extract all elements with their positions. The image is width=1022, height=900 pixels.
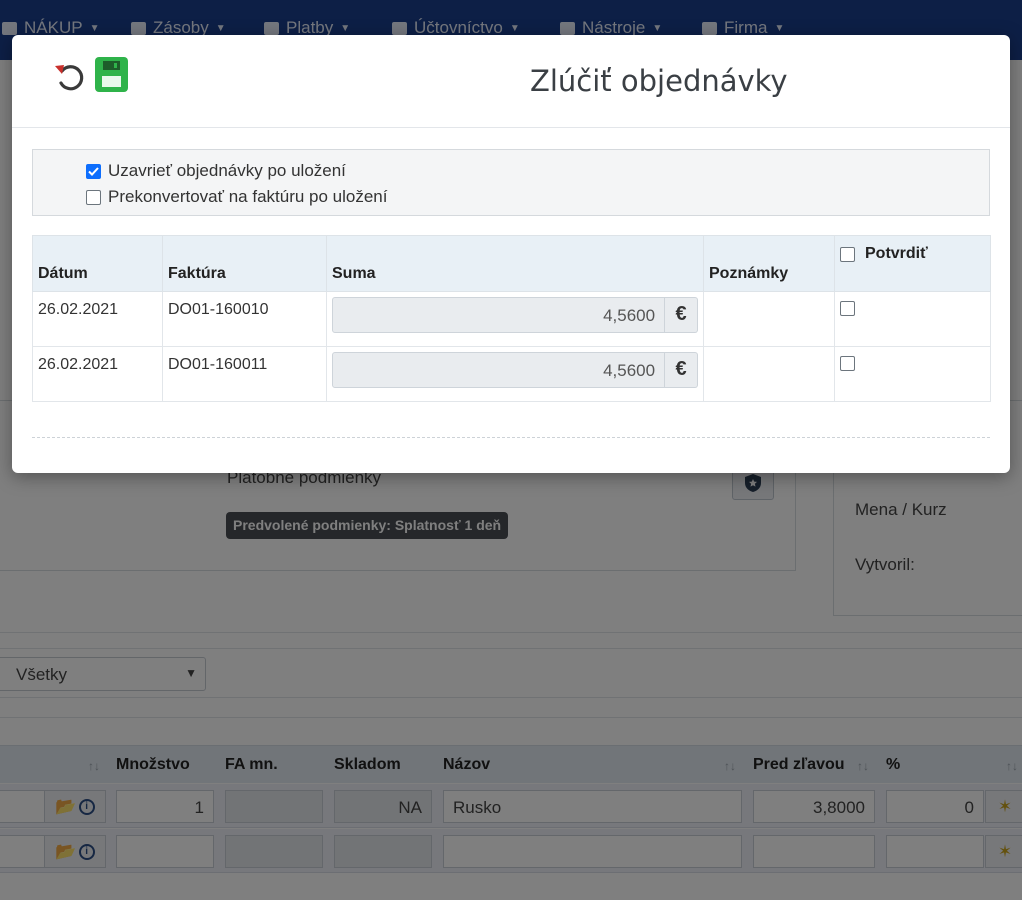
sum-input: 4,5600 [332,297,666,333]
orders-table: Dátum Faktúra Suma Poznámky Potvrdiť 26.… [32,235,991,402]
table-header-row: Dátum Faktúra Suma Poznámky Potvrdiť [32,235,991,292]
modal-title: Zlúčiť objednávky [530,64,788,98]
convert-to-invoice-option[interactable]: Prekonvertovať na faktúru po uložení [86,187,388,207]
modal-header: Zlúčiť objednávky [12,35,1010,128]
date-cell: 26.02.2021 [32,291,163,347]
confirm-header-label: Potvrdiť [865,245,928,262]
undo-icon [55,65,84,91]
date-cell: 26.02.2021 [32,346,163,402]
convert-to-invoice-label: Prekonvertovať na faktúru po uložení [108,187,388,206]
invoice-cell: DO01-160010 [162,291,327,347]
invoice-cell: DO01-160011 [162,346,327,402]
sum-cell: 4,5600 € [326,291,704,347]
sum-cell: 4,5600 € [326,346,704,402]
check-icon [88,166,99,176]
close-orders-option[interactable]: Uzavrieť objednávky po uložení [86,161,346,181]
col-date: Dátum [32,235,163,292]
divider [32,437,990,438]
col-notes: Poznámky [703,235,835,292]
table-row: 26.02.2021 DO01-160011 4,5600 € [32,346,991,402]
convert-to-invoice-checkbox[interactable] [86,189,101,205]
euro-icon: € [665,297,698,333]
notes-cell[interactable] [703,346,835,402]
confirm-cell [834,291,991,347]
col-invoice: Faktúra [162,235,327,292]
floppy-disk-icon [102,61,121,87]
col-sum: Suma [326,235,704,292]
merge-options: Uzavrieť objednávky po uložení Prekonver… [32,149,990,216]
table-row: 26.02.2021 DO01-160010 4,5600 € [32,291,991,347]
confirm-all-checkbox[interactable] [840,246,855,262]
save-button[interactable] [95,57,128,92]
col-confirm: Potvrdiť [834,235,991,292]
confirm-cell [834,346,991,402]
euro-icon: € [665,352,698,388]
confirm-checkbox[interactable] [840,301,855,316]
confirm-checkbox[interactable] [840,356,855,371]
merge-orders-modal: Zlúčiť objednávky Uzavrieť objednávky po… [12,35,1010,473]
close-orders-checkbox[interactable] [86,163,101,179]
notes-cell[interactable] [703,291,835,347]
undo-button[interactable] [52,59,88,93]
sum-input: 4,5600 [332,352,666,388]
close-orders-label: Uzavrieť objednávky po uložení [108,161,346,180]
